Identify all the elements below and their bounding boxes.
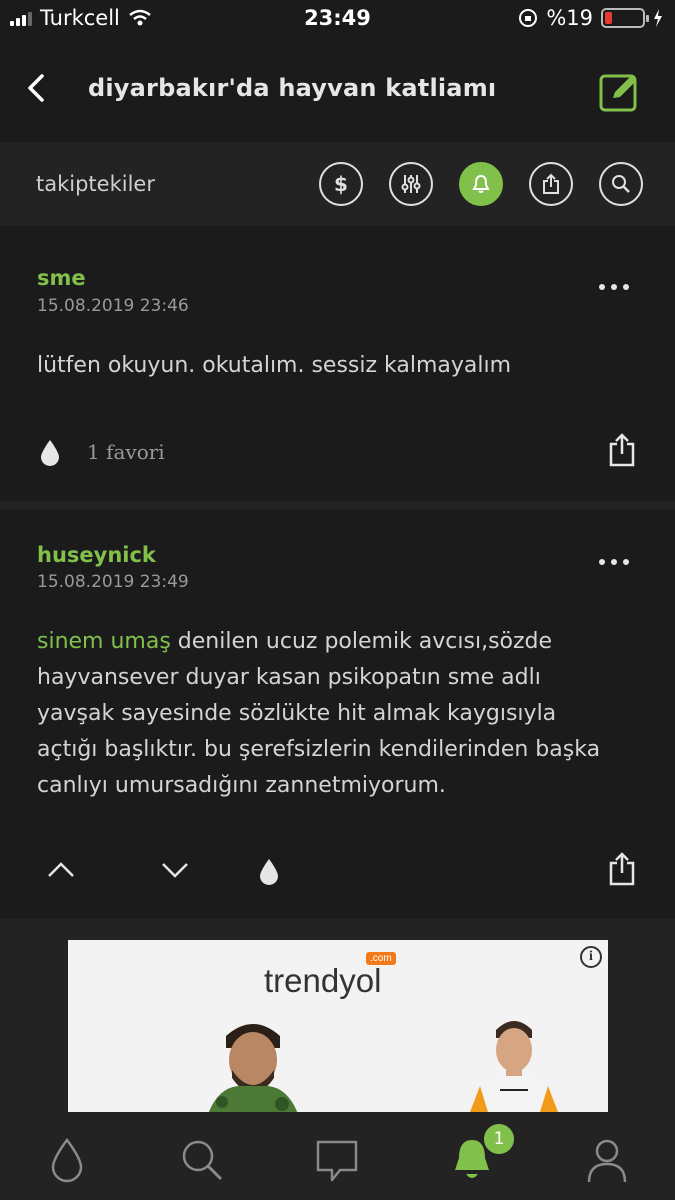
upvote-icon[interactable]	[46, 859, 76, 881]
entry: sme 15.08.2019 23:46 lütfen okuyun. okut…	[0, 226, 675, 501]
tab-profile-icon[interactable]	[582, 1136, 632, 1184]
info-icon[interactable]: i	[580, 946, 602, 968]
bottom-tab-bar	[0, 1112, 675, 1200]
entry: huseynick 15.08.2019 23:49 sinem umaş de…	[0, 509, 675, 919]
battery-icon	[601, 8, 649, 28]
drop-favorite-icon[interactable]	[38, 438, 62, 466]
ad-brand-logo: trendyol	[264, 962, 382, 999]
entry-text: denilen ucuz polemik avcısı,sözde hayvan…	[37, 629, 601, 798]
back-icon[interactable]	[18, 68, 58, 108]
topic-toolbar: takiptekiler $	[0, 142, 675, 226]
share-icon[interactable]	[607, 851, 637, 887]
ad-brand-suffix: .com	[366, 952, 396, 965]
share-icon[interactable]	[607, 432, 637, 468]
battery-percent: %19	[546, 6, 593, 30]
header: diyarbakır'da hayvan katliamı	[0, 38, 675, 142]
tab-drop-icon[interactable]	[42, 1136, 92, 1184]
ad-model-image	[208, 1024, 298, 1112]
downvote-icon[interactable]	[160, 859, 190, 881]
notification-badge: 1	[482, 1122, 516, 1156]
entry-content: lütfen okuyun. okutalım. sessiz kalmayal…	[37, 353, 512, 378]
more-options-icon[interactable]	[599, 559, 629, 569]
bell-icon[interactable]	[459, 162, 503, 206]
entry-date[interactable]: 15.08.2019 23:46	[37, 296, 189, 316]
entry-date[interactable]: 15.08.2019 23:49	[37, 572, 189, 592]
ad-model-image	[470, 1021, 558, 1112]
more-options-icon[interactable]	[599, 284, 629, 294]
tab-messages-icon[interactable]	[312, 1136, 362, 1184]
advertisement-banner[interactable]: trendyol .com i	[68, 940, 608, 1112]
favorite-count[interactable]: 1 favori	[87, 440, 165, 464]
drop-favorite-icon[interactable]	[257, 857, 281, 885]
entry-content: sinem umaş denilen ucuz polemik avcısı,s…	[37, 624, 615, 804]
page-title: diyarbakır'da hayvan katliamı	[88, 74, 497, 102]
search-icon[interactable]	[599, 162, 643, 206]
follow-filter-label[interactable]: takiptekiler	[36, 172, 155, 196]
entry-author[interactable]: huseynick	[37, 543, 156, 567]
filter-sliders-icon[interactable]	[389, 162, 433, 206]
dollar-icon[interactable]: $	[319, 162, 363, 206]
orientation-lock-icon	[519, 9, 538, 27]
charging-bolt-icon	[654, 9, 662, 27]
divider	[0, 501, 675, 509]
edit-icon[interactable]	[599, 70, 641, 112]
tab-search-icon[interactable]	[177, 1136, 227, 1184]
status-bar: Turkcell 23:49 %19	[0, 0, 675, 38]
entry-author[interactable]: sme	[37, 266, 86, 290]
share-icon[interactable]	[529, 162, 573, 206]
bkz-link[interactable]: sinem umaş	[37, 629, 171, 654]
